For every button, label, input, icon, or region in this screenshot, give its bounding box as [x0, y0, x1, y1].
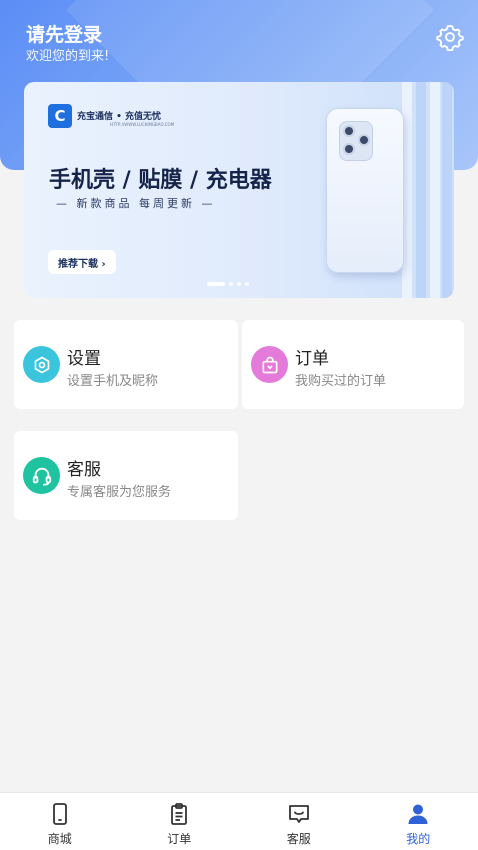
tab-label: 商城 [47, 832, 72, 846]
clipboard-icon [171, 803, 188, 825]
banner-decoration [416, 82, 426, 298]
tab-label: 订单 [167, 832, 192, 846]
pagination-dot[interactable] [245, 282, 249, 286]
settings-button[interactable] [434, 21, 466, 53]
camera-lens [358, 134, 370, 146]
camera-lens [343, 125, 355, 137]
phone-icon [52, 803, 67, 825]
user-icon [408, 804, 428, 824]
card-description: 设置手机及昵称 [67, 374, 159, 389]
phone-case-image [326, 108, 404, 273]
customer-service-card-icon [23, 457, 60, 494]
brand-url: HTTP://WWW.LUCKIMGBAO.COM [110, 122, 175, 127]
camera-lens [343, 143, 355, 155]
tab-mine[interactable]: 我的 [359, 793, 478, 850]
brand-name: 充宝通信 • 充值无忧 [77, 112, 162, 122]
orders-card-icon [251, 346, 288, 383]
banner-headline: 手机壳 / 贴膜 / 充电器 [49, 168, 272, 193]
banner-decoration [430, 82, 440, 298]
card-description: 专属客服为您服务 [67, 485, 172, 500]
banner-subline: — 新款商品 每周更新 — [56, 197, 216, 210]
pagination-dot[interactable] [229, 282, 233, 286]
card-title: 订单 [295, 349, 329, 369]
promo-banner[interactable]: C 充宝通信 • 充值无忧 HTTP://WWW.LUCKIMGBAO.COM … [24, 82, 454, 298]
card-title: 客服 [67, 460, 101, 480]
pagination-dot[interactable] [207, 282, 225, 286]
tab-orders[interactable]: 订单 [120, 793, 240, 850]
bottom-tab-bar: 商城 订单 客服 我的 [0, 792, 478, 850]
chat-icon [288, 805, 309, 823]
brand-logo: C [48, 104, 72, 128]
customer-service-icon [32, 467, 51, 486]
card-title: 设置 [67, 349, 101, 369]
settings-card[interactable]: 设置 设置手机及昵称 [14, 320, 238, 409]
pagination-dot[interactable] [237, 282, 241, 286]
tab-label: 客服 [286, 832, 311, 846]
customer-service-card[interactable]: 客服 专属客服为您服务 [14, 431, 238, 520]
shopping-bag-icon [262, 356, 277, 373]
gear-icon [436, 24, 464, 51]
camera-module [339, 121, 373, 161]
banner-pagination[interactable] [207, 282, 249, 286]
banner-cta-button[interactable]: 推荐下载 › [48, 250, 116, 274]
tab-customer-service[interactable]: 客服 [239, 793, 359, 850]
banner-decoration [442, 82, 452, 298]
tab-mall[interactable]: 商城 [0, 793, 120, 850]
tab-label: 我的 [406, 832, 431, 846]
settings-card-icon [23, 346, 60, 383]
gear-icon [34, 356, 49, 373]
card-description: 我购买过的订单 [295, 374, 387, 389]
login-prompt[interactable]: 请先登录 [26, 20, 102, 47]
welcome-text: 欢迎您的到来! [26, 49, 110, 64]
orders-card[interactable]: 订单 我购买过的订单 [242, 320, 464, 409]
